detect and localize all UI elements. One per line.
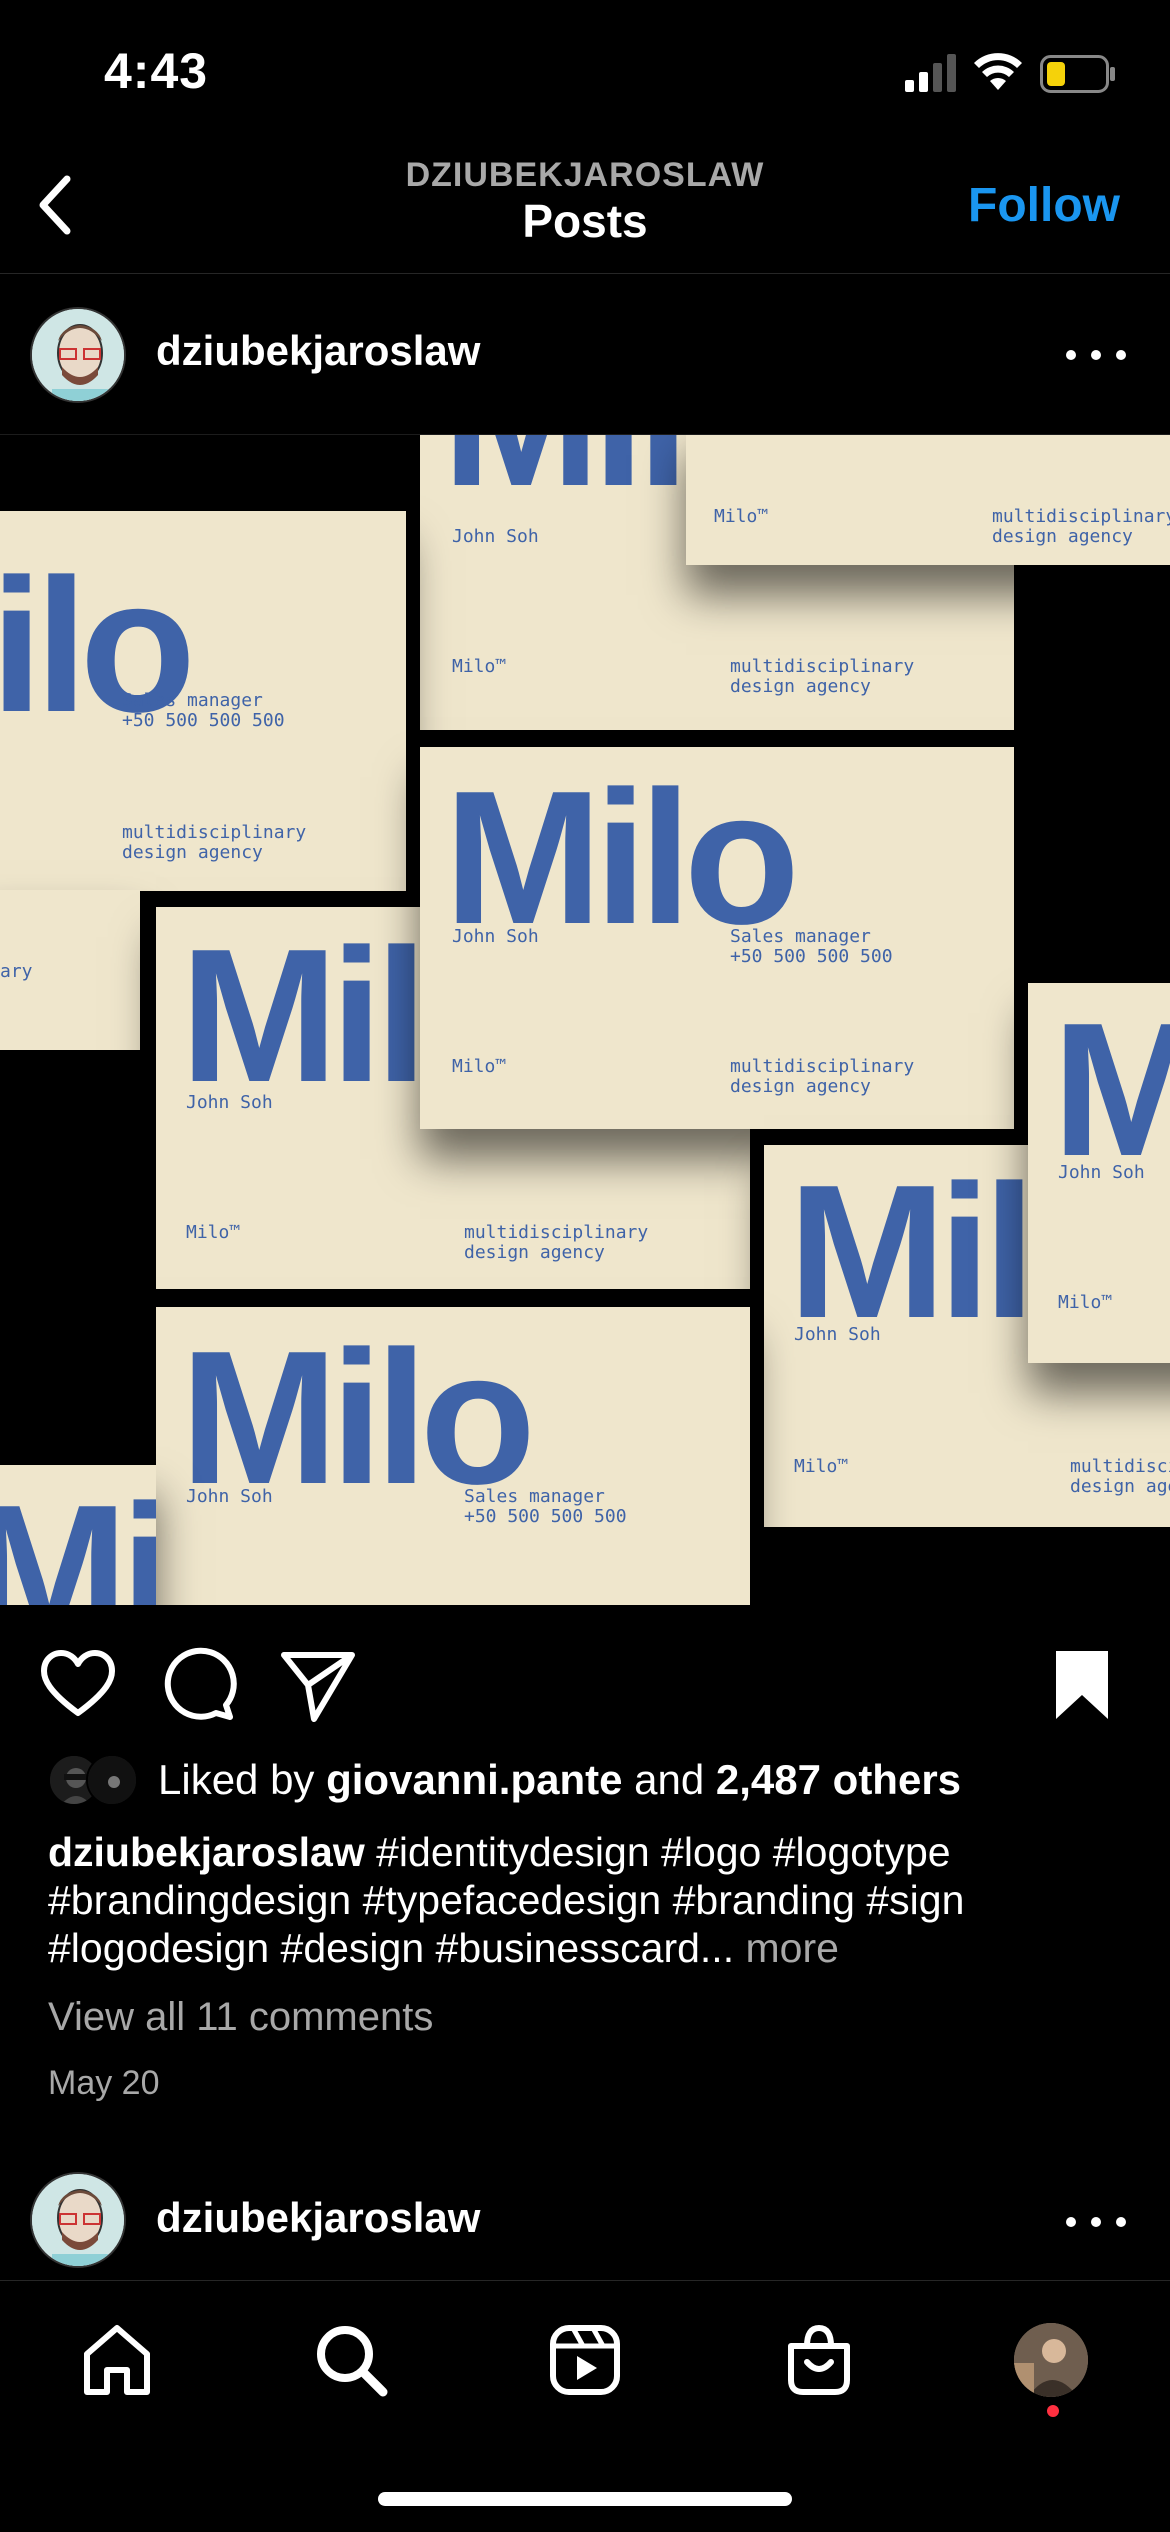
more-options-button[interactable]: [1066, 2202, 1126, 2242]
business-card: ary: [0, 890, 140, 1050]
card-tagline-fragment: ary: [0, 961, 33, 982]
card-name: John Soh: [452, 926, 539, 947]
card-logo: Milo: [180, 1312, 536, 1524]
card-tagline: multidisci design age: [1070, 1456, 1170, 1497]
post-username[interactable]: dziubekjaroslaw: [156, 327, 480, 375]
card-brand: Milo™: [452, 656, 507, 677]
share-send-icon[interactable]: [278, 1645, 358, 1725]
dot-icon: [1066, 2217, 1076, 2227]
home-icon: [84, 2325, 150, 2395]
view-comments-link[interactable]: View all 11 comments: [48, 1995, 433, 2040]
business-card: Milo John Soh Milo™: [1028, 983, 1170, 1363]
notification-dot: [1047, 2405, 1059, 2417]
business-card: Milo Sales manager +50 500 500 500 multi…: [0, 511, 406, 891]
next-post-header: dziubekjaroslaw: [0, 2170, 1170, 2270]
business-card: Milo John Soh Sales manager +50 500 500 …: [156, 1307, 750, 1605]
tab-profile[interactable]: [1006, 2315, 1096, 2405]
cellular-signal-icon: [905, 54, 956, 92]
dot-icon: [1116, 2217, 1126, 2227]
card-brand: Milo™: [452, 1056, 507, 1077]
comment-icon[interactable]: [158, 1645, 238, 1725]
card-tagline: multidisciplinary design agency: [122, 822, 307, 863]
tab-search[interactable]: [306, 2315, 396, 2405]
likes-and: and: [622, 1756, 716, 1803]
card-tagline: multidisciplinary design agency: [730, 656, 915, 697]
card-brand: Milo™: [794, 1456, 849, 1477]
dot-icon: [1091, 350, 1101, 360]
follow-button[interactable]: Follow: [968, 178, 1120, 233]
card-role: Sales manager +50 500 500 500: [122, 690, 285, 731]
card-brand: Milo™: [1058, 1292, 1113, 1313]
tab-reels[interactable]: [540, 2315, 630, 2405]
tab-home[interactable]: [72, 2315, 162, 2405]
card-name: John Soh: [452, 526, 539, 547]
post-header: dziubekjaroslaw: [0, 275, 1170, 435]
caption-username[interactable]: dziubekjaroslaw: [48, 1829, 365, 1875]
post-caption: dziubekjaroslaw #identitydesign #logo #l…: [48, 1828, 1128, 1972]
card-logo: Milo: [1052, 984, 1170, 1196]
card-logo: Milo: [0, 1466, 156, 1605]
post-image[interactable]: Milo John Soh Milo™ multidisciplinary de…: [0, 435, 1170, 1605]
card-tagline: multidisciplinary design agency: [730, 1056, 915, 1097]
card-tagline: multidisciplinary design agency: [992, 506, 1170, 547]
card-name: John Soh: [1058, 1162, 1145, 1183]
card-role: Sales manager +50 500 500 500: [464, 1486, 627, 1527]
card-role: Sales manager +50 500 500 500: [730, 926, 893, 967]
post-actions: [0, 1605, 1170, 1745]
battery-icon: [1040, 55, 1115, 93]
card-name: John Soh: [794, 1324, 881, 1345]
status-time: 4:43: [104, 43, 209, 99]
likes-summary[interactable]: Liked by giovanni.pante and 2,487 others: [48, 1750, 961, 1810]
likes-count[interactable]: 2,487 others: [716, 1756, 961, 1803]
caption-more-link[interactable]: more: [734, 1925, 838, 1971]
card-brand: Milo™: [186, 1222, 241, 1243]
card-logo: Milo: [444, 752, 800, 964]
liker-username[interactable]: giovanni.pante: [326, 1756, 622, 1803]
dot-icon: [1116, 350, 1126, 360]
dot-icon: [1091, 2217, 1101, 2227]
like-heart-icon[interactable]: [38, 1645, 118, 1725]
card-brand: Milo™: [714, 506, 769, 527]
status-bar: 4:43: [0, 0, 1170, 150]
card-name: John Soh: [186, 1092, 273, 1113]
avatar-illustration: [32, 309, 124, 401]
post-username[interactable]: dziubekjaroslaw: [156, 2194, 480, 2242]
wifi-icon: [974, 53, 1022, 90]
search-icon: [317, 2326, 388, 2397]
likes-text: Liked by giovanni.pante and 2,487 others: [158, 1756, 961, 1804]
card-name: John Soh: [186, 1486, 273, 1507]
business-card: Milo: [0, 1465, 156, 1605]
shopping-bag-icon: [788, 2324, 850, 2395]
avatar[interactable]: [30, 2172, 126, 2268]
likes-prefix: Liked by: [158, 1756, 327, 1803]
reels-icon: [550, 2325, 620, 2395]
more-options-button[interactable]: [1066, 335, 1126, 375]
business-card: Milo™ multidisciplinary design agency: [686, 435, 1170, 565]
avatar-illustration: [32, 2174, 124, 2266]
tab-shop[interactable]: [774, 2315, 864, 2405]
avatar[interactable]: [30, 307, 126, 403]
home-indicator: [378, 2492, 792, 2506]
nav-header: DZIUBEKJAROSLAW Posts Follow: [0, 150, 1170, 274]
profile-avatar: [1014, 2323, 1088, 2397]
business-card: Milo John Soh Sales manager +50 500 500 …: [420, 747, 1014, 1129]
liker-avatar: [86, 1754, 138, 1806]
card-tagline: multidisciplinary design agency: [464, 1222, 649, 1263]
post-date: May 20: [48, 2064, 160, 2102]
bookmark-saved-icon[interactable]: [1042, 1645, 1122, 1725]
dot-icon: [1066, 350, 1076, 360]
